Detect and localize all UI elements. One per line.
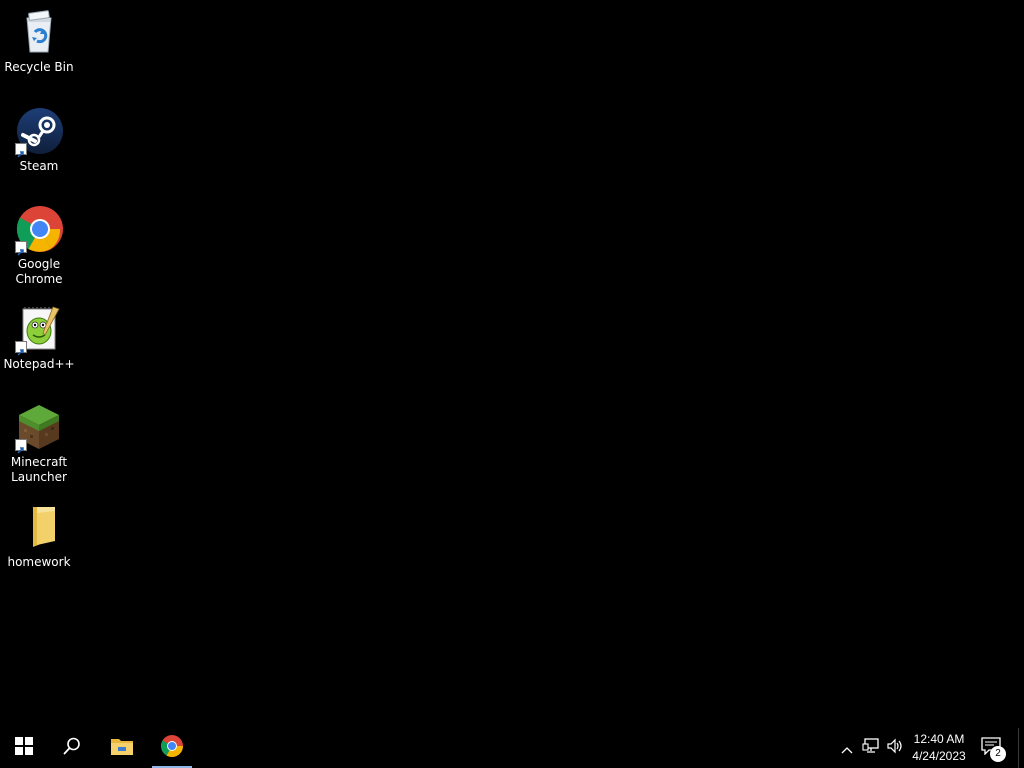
volume-icon: [886, 738, 904, 758]
shortcut-arrow-icon: [15, 341, 27, 356]
taskbar-clock[interactable]: 12:40 AM 4/24/2023: [904, 731, 974, 765]
minecraft-icon: [15, 403, 63, 454]
desktop-icon-label: Recycle Bin: [4, 60, 74, 74]
windows-logo-icon: [15, 737, 33, 759]
shortcut-arrow-icon: [15, 143, 27, 158]
start-button[interactable]: [0, 728, 48, 768]
taskbar: 12:40 AM 4/24/2023: [0, 728, 1024, 768]
desktop-icon-steam[interactable]: Steam: [4, 107, 74, 174]
clock-time: 12:40 AM: [913, 732, 965, 746]
network-button[interactable]: [860, 736, 882, 760]
desktop-icon-label: homework: [7, 555, 71, 569]
notepadplusplus-icon: [15, 305, 63, 356]
shortcut-arrow-icon: [15, 439, 27, 454]
chrome-icon: [15, 205, 63, 256]
network-icon: [862, 738, 880, 758]
chrome-icon: [160, 734, 184, 762]
file-explorer-icon: [110, 736, 134, 760]
desktop-icon-homework-folder[interactable]: homework: [4, 503, 74, 570]
volume-button[interactable]: [884, 736, 906, 760]
recycle-bin-icon: [15, 8, 63, 56]
clock-date: 4/24/2023: [912, 749, 966, 763]
steam-icon: [15, 107, 63, 158]
desktop-icon-recycle-bin[interactable]: Recycle Bin: [4, 8, 74, 75]
desktop-icon-label: Notepad++: [3, 357, 75, 371]
desktop-icon-label: Google Chrome: [15, 257, 63, 286]
desktop-icon-label: Minecraft Launcher: [10, 455, 68, 484]
chevron-up-icon: [841, 739, 853, 758]
shortcut-arrow-icon: [15, 241, 27, 256]
show-desktop-button[interactable]: [1018, 728, 1024, 768]
taskbar-file-explorer[interactable]: [100, 728, 144, 768]
desktop-icon-notepadplusplus[interactable]: Notepad++: [3, 305, 75, 372]
search-button[interactable]: [48, 728, 96, 768]
desktop-icon-label: Steam: [19, 159, 59, 173]
show-hidden-icons-button[interactable]: [836, 736, 858, 760]
taskbar-google-chrome[interactable]: [152, 728, 192, 768]
desktop: Recycle Bin Steam Google Chrome Notepad+…: [0, 0, 1024, 728]
desktop-icon-google-chrome[interactable]: Google Chrome: [4, 205, 74, 287]
desktop-icon-minecraft-launcher[interactable]: Minecraft Launcher: [4, 403, 74, 485]
notification-count-badge: 2: [990, 746, 1006, 762]
folder-icon: [15, 503, 63, 551]
search-icon: [63, 737, 81, 759]
